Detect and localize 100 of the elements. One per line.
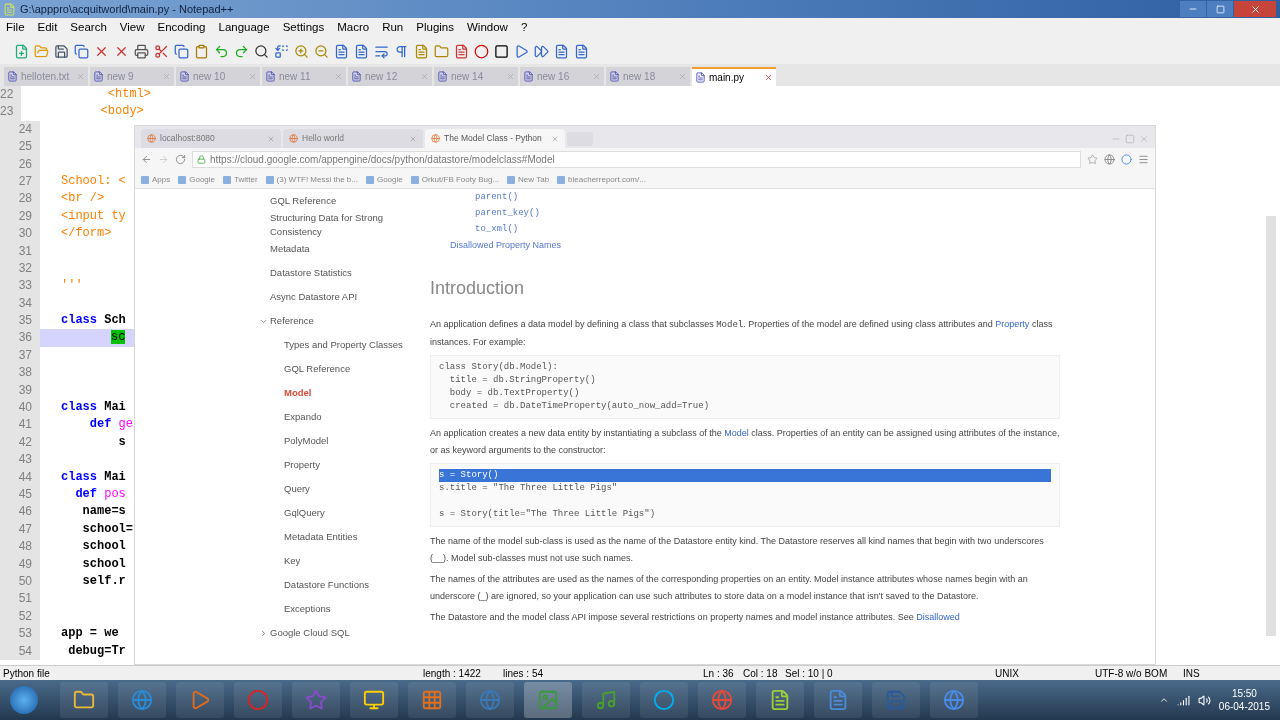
toolbar-icon[interactable] xyxy=(574,43,589,59)
close-icon[interactable] xyxy=(551,134,559,143)
menu-item[interactable]: Macro xyxy=(337,19,370,37)
file-tab[interactable]: main.py xyxy=(692,67,776,86)
toc-link[interactable]: parent_key() xyxy=(475,205,1060,221)
toolbar-icon[interactable] xyxy=(474,43,489,59)
menu-item[interactable]: Settings xyxy=(282,19,325,37)
bookmark[interactable]: Twitter xyxy=(223,173,258,186)
volume-icon[interactable] xyxy=(1197,693,1211,707)
nav-item[interactable]: Reference xyxy=(270,313,314,329)
bookmark[interactable]: Google xyxy=(178,173,216,186)
nav-item[interactable]: Structuring Data for Strong Consistency xyxy=(270,210,430,240)
nav-item[interactable]: GqlQuery xyxy=(284,505,325,521)
favicon-icon xyxy=(147,134,156,143)
menu-item[interactable]: Language xyxy=(218,19,270,37)
back-icon[interactable] xyxy=(141,154,152,165)
toc-link[interactable]: parent() xyxy=(475,189,1060,205)
scrollbar[interactable] xyxy=(1266,216,1276,636)
nav-item[interactable]: Datastore Functions xyxy=(284,577,369,593)
toolbar-icon[interactable] xyxy=(394,43,409,59)
maximize-button[interactable] xyxy=(1207,1,1233,17)
line-number: 48 xyxy=(0,538,40,556)
link[interactable]: Model xyxy=(724,428,749,438)
nav-item[interactable]: Types and Property Classes xyxy=(284,337,403,353)
bookmark[interactable]: Apps xyxy=(141,173,171,186)
nav-item[interactable]: Query xyxy=(284,481,310,497)
link[interactable]: Disallowed xyxy=(916,612,960,622)
toolbar-icon[interactable] xyxy=(374,43,389,59)
bookmark[interactable]: Google xyxy=(365,173,403,186)
bookmark[interactable]: bleacherreport.com/... xyxy=(557,173,646,186)
close-icon[interactable] xyxy=(409,134,417,143)
menu-item[interactable]: Window xyxy=(467,19,508,37)
close-icon[interactable] xyxy=(1139,134,1149,144)
toc-link[interactable]: Disallowed Property Names xyxy=(430,237,1060,253)
bookmark[interactable]: (3) WTF! Messi the b... xyxy=(265,173,358,186)
taskbar-button[interactable] xyxy=(930,682,978,718)
toolbar-icon[interactable] xyxy=(354,43,369,59)
link[interactable]: Property xyxy=(995,319,1030,329)
bookmark[interactable]: New Tab xyxy=(507,173,550,186)
menu-item[interactable]: Plugins xyxy=(416,19,454,37)
taskbar-button[interactable] xyxy=(640,682,688,718)
toolbar-icon[interactable] xyxy=(174,43,189,59)
signal-icon[interactable] xyxy=(1176,693,1190,707)
menu-item[interactable]: Search xyxy=(70,19,107,37)
nav-item[interactable]: Async Datastore API xyxy=(270,289,358,305)
nav-item[interactable]: PolyModel xyxy=(284,433,329,449)
taskbar-button[interactable] xyxy=(408,682,456,718)
nav-item[interactable]: Metadata Entities xyxy=(284,529,358,545)
toolbar-icon[interactable] xyxy=(454,43,469,59)
address-field[interactable]: https://cloud.google.com/appengine/docs/python/datastore/modelclass#Model xyxy=(192,151,1081,168)
taskbar-button[interactable] xyxy=(350,682,398,718)
code-line: s xyxy=(117,433,126,451)
toolbar-icon[interactable] xyxy=(534,43,549,59)
menu-item[interactable]: Run xyxy=(382,19,404,37)
bookmark[interactable]: Orkut/FB Footy Bug... xyxy=(410,173,500,186)
toolbar-icon[interactable] xyxy=(494,43,509,59)
toolbar-icon[interactable] xyxy=(554,43,569,59)
code-line: class Mai xyxy=(61,399,126,417)
nav-item[interactable]: Google Cloud SQL xyxy=(270,625,350,641)
taskbar-button[interactable] xyxy=(756,682,804,718)
toolbar-icon[interactable] xyxy=(154,43,169,59)
nav-item[interactable]: Key xyxy=(284,553,301,569)
nav-item[interactable]: Metadata xyxy=(270,241,310,257)
extension-icon[interactable] xyxy=(1121,154,1132,165)
menu-item[interactable]: ? xyxy=(520,19,528,37)
taskbar-button[interactable] xyxy=(582,682,630,718)
menu-item[interactable]: File xyxy=(6,19,25,37)
browser-tab[interactable]: The Model Class - Python xyxy=(425,129,565,148)
browser-tab[interactable]: localhost:8080 xyxy=(141,129,281,148)
browser-tab[interactable]: Hello world xyxy=(283,129,423,148)
nav-item[interactable]: Property xyxy=(284,457,320,473)
taskbar-button[interactable] xyxy=(118,682,166,718)
menu-item[interactable]: Encoding xyxy=(157,19,206,37)
toolbar-icon[interactable] xyxy=(54,43,69,59)
toolbar-icon[interactable] xyxy=(334,43,349,59)
toc-link[interactable]: to_xml() xyxy=(475,221,1060,237)
nav-item[interactable]: Datastore Statistics xyxy=(270,265,352,281)
taskbar-button[interactable] xyxy=(176,682,224,718)
toolbar-icon[interactable] xyxy=(74,43,89,59)
taskbar-button[interactable] xyxy=(814,682,862,718)
bookmark-icon xyxy=(557,175,566,184)
toolbar-icon[interactable] xyxy=(254,43,269,59)
menu-item[interactable]: View xyxy=(119,19,145,37)
nav-item[interactable]: Exceptions xyxy=(284,601,331,617)
star-icon[interactable] xyxy=(1087,154,1098,165)
nav-item[interactable]: Expando xyxy=(284,409,322,425)
nav-item[interactable]: GQL Reference xyxy=(270,193,337,209)
close-icon[interactable] xyxy=(764,73,773,82)
toolbar-icon[interactable] xyxy=(134,43,149,59)
nav-item[interactable]: GQL Reference xyxy=(284,361,351,377)
image-icon xyxy=(537,689,559,711)
taskbar-button[interactable] xyxy=(60,682,108,718)
nav-item[interactable]: Model xyxy=(284,385,312,401)
extension-icon[interactable] xyxy=(1104,154,1115,165)
reload-icon[interactable] xyxy=(175,154,186,165)
close-icon[interactable] xyxy=(267,134,275,143)
menu-icon[interactable] xyxy=(1138,154,1149,165)
menu-item[interactable]: Edit xyxy=(37,19,58,37)
line-number: 38 xyxy=(0,364,40,382)
minimize-button[interactable] xyxy=(1180,1,1206,17)
